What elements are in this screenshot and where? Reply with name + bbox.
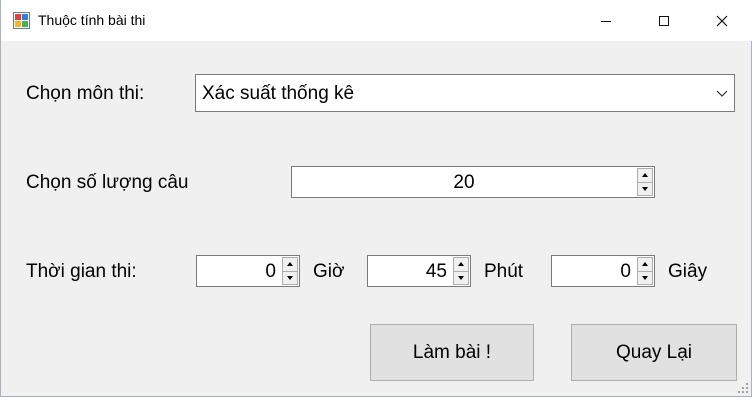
seconds-up-button[interactable]	[637, 257, 653, 272]
hours-unit-label: Giờ	[313, 261, 345, 282]
arrow-up-icon	[287, 262, 293, 267]
minimize-button[interactable]	[577, 0, 635, 41]
seconds-value: 0	[620, 261, 631, 282]
start-exam-button[interactable]: Làm bài !	[370, 324, 534, 381]
minutes-unit-label: Phút	[484, 261, 524, 282]
question-count-up-button[interactable]	[637, 168, 653, 183]
seconds-down-button[interactable]	[637, 271, 653, 285]
minutes-value: 45	[425, 261, 447, 282]
question-count-spinner[interactable]	[637, 168, 653, 196]
minutes-down-button[interactable]	[453, 271, 469, 285]
arrow-up-icon	[458, 262, 464, 267]
seconds-stepper[interactable]: 0	[551, 255, 655, 287]
hours-value: 0	[265, 261, 276, 282]
arrow-down-icon	[287, 275, 293, 280]
arrow-down-icon	[458, 275, 464, 280]
seconds-spinner[interactable]	[637, 257, 653, 285]
hours-up-button[interactable]	[282, 257, 298, 272]
minimize-icon	[601, 20, 611, 22]
question-count-down-button[interactable]	[637, 182, 653, 196]
question-count-label: Chọn số lượng câu	[26, 172, 189, 193]
arrow-up-icon	[642, 173, 648, 178]
time-label: Thời gian thi:	[26, 261, 137, 282]
resize-grip-icon[interactable]	[738, 383, 748, 393]
minutes-up-button[interactable]	[453, 257, 469, 272]
arrow-down-icon	[642, 186, 648, 191]
back-button[interactable]: Quay Lại	[571, 324, 737, 381]
minutes-spinner[interactable]	[453, 257, 469, 285]
close-button[interactable]	[693, 0, 751, 41]
arrow-up-icon	[642, 262, 648, 267]
hours-down-button[interactable]	[282, 271, 298, 285]
title-bar[interactable]: Thuộc tính bài thi	[1, 0, 753, 41]
hours-spinner[interactable]	[282, 257, 298, 285]
seconds-unit-label: Giây	[668, 261, 708, 282]
question-count-stepper[interactable]: 20	[291, 166, 655, 198]
maximize-icon	[659, 15, 669, 26]
subject-selected-value: Xác suất thống kê	[202, 83, 355, 104]
minutes-stepper[interactable]: 45	[367, 255, 471, 287]
app-window-icon	[13, 12, 30, 29]
question-count-value: 20	[453, 172, 475, 193]
chevron-down-icon	[716, 90, 728, 97]
subject-dropdown[interactable]: Xác suất thống kê	[195, 74, 735, 112]
close-icon	[716, 15, 728, 26]
hours-stepper[interactable]: 0	[196, 255, 300, 287]
maximize-button[interactable]	[635, 0, 693, 41]
dialog-window: Thuộc tính bài thi Chọn môn thi: Xác suấ…	[0, 0, 753, 397]
subject-label: Chọn môn thi:	[26, 83, 145, 104]
window-title: Thuộc tính bài thi	[38, 12, 146, 28]
arrow-down-icon	[642, 275, 648, 280]
